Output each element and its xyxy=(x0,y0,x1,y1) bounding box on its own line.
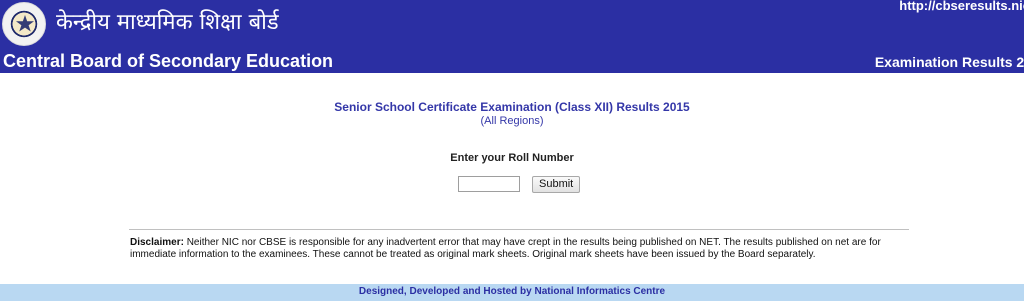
page-title: Senior School Certificate Examination (C… xyxy=(334,100,690,114)
examination-results-title: Examination Results 20 xyxy=(874,54,1024,70)
disclaimer-label: Disclaimer: xyxy=(130,237,184,248)
disclaimer: Disclaimer: Neither NIC nor CBSE is resp… xyxy=(130,237,915,261)
page: केन्द्रीय माध्यमिक शिक्षा बोर्ड http://c… xyxy=(0,0,1024,301)
roll-number-input[interactable] xyxy=(458,176,520,192)
cbse-emblem-icon xyxy=(2,2,46,46)
emblem-star-icon xyxy=(16,15,34,32)
divider xyxy=(129,229,909,230)
roll-number-label: Enter your Roll Number xyxy=(450,152,574,164)
roll-number-form: Submit xyxy=(458,175,581,193)
site-url: http://cbseresults.nic xyxy=(899,0,1024,13)
hindi-board-title: केन्द्रीय माध्यमिक शिक्षा बोर्ड xyxy=(56,10,279,35)
header-banner: केन्द्रीय माध्यमिक शिक्षा बोर्ड http://c… xyxy=(0,0,1024,73)
submit-button[interactable]: Submit xyxy=(532,175,581,193)
page-subtitle: (All Regions) xyxy=(480,115,544,127)
board-title: Central Board of Secondary Education xyxy=(3,51,334,71)
disclaimer-text: Neither NIC nor CBSE is responsible for … xyxy=(130,237,881,260)
footer: Designed, Developed and Hosted by Nation… xyxy=(0,284,1024,301)
